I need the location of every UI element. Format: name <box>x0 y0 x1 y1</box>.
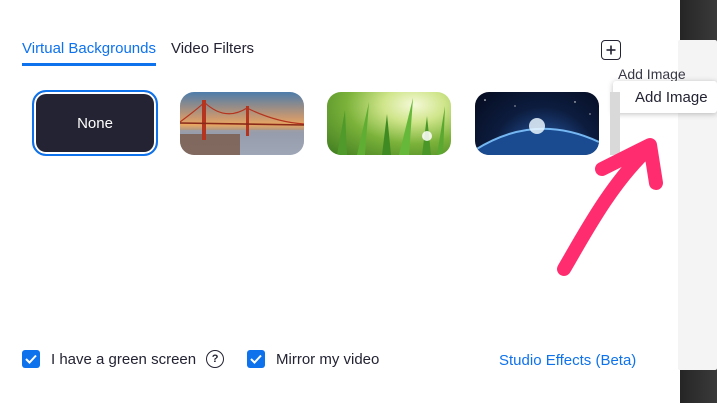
tab-bar: Virtual Backgrounds Video Filters <box>22 40 269 66</box>
green-screen-option: I have a green screen ? <box>22 350 225 368</box>
bridge-image <box>180 100 304 155</box>
background-none-label: None <box>77 114 113 132</box>
mirror-video-checkbox[interactable] <box>247 350 265 368</box>
background-grass[interactable] <box>327 92 451 155</box>
mirror-video-label: Mirror my video <box>276 350 380 368</box>
question-circle-icon[interactable]: ? <box>206 350 225 368</box>
studio-effects-link[interactable]: Studio Effects (Beta) <box>499 352 636 369</box>
checkmark-icon <box>25 354 37 364</box>
background-golden-gate-bridge[interactable] <box>180 92 304 155</box>
mirror-video-option: Mirror my video <box>247 350 379 368</box>
grass-image <box>337 98 445 155</box>
green-screen-label: I have a green screen <box>51 350 197 368</box>
tooltip-shadow-text: Add Image <box>618 66 686 82</box>
checkmark-icon <box>250 354 262 364</box>
plus-square-icon <box>606 45 616 55</box>
green-screen-checkbox[interactable] <box>22 350 40 368</box>
add-image-button[interactable] <box>601 40 621 60</box>
virtual-background-settings: Virtual Backgrounds Video Filters Add Im… <box>0 0 717 403</box>
window-edge <box>668 0 717 403</box>
tab-virtual-backgrounds[interactable]: Virtual Backgrounds <box>22 40 156 66</box>
annotation-arrow <box>557 138 663 276</box>
add-image-tooltip: Add Image <box>613 81 717 113</box>
background-none[interactable]: None <box>32 90 158 156</box>
tab-video-filters[interactable]: Video Filters <box>171 40 254 63</box>
tooltip-label: Add Image <box>635 88 708 106</box>
